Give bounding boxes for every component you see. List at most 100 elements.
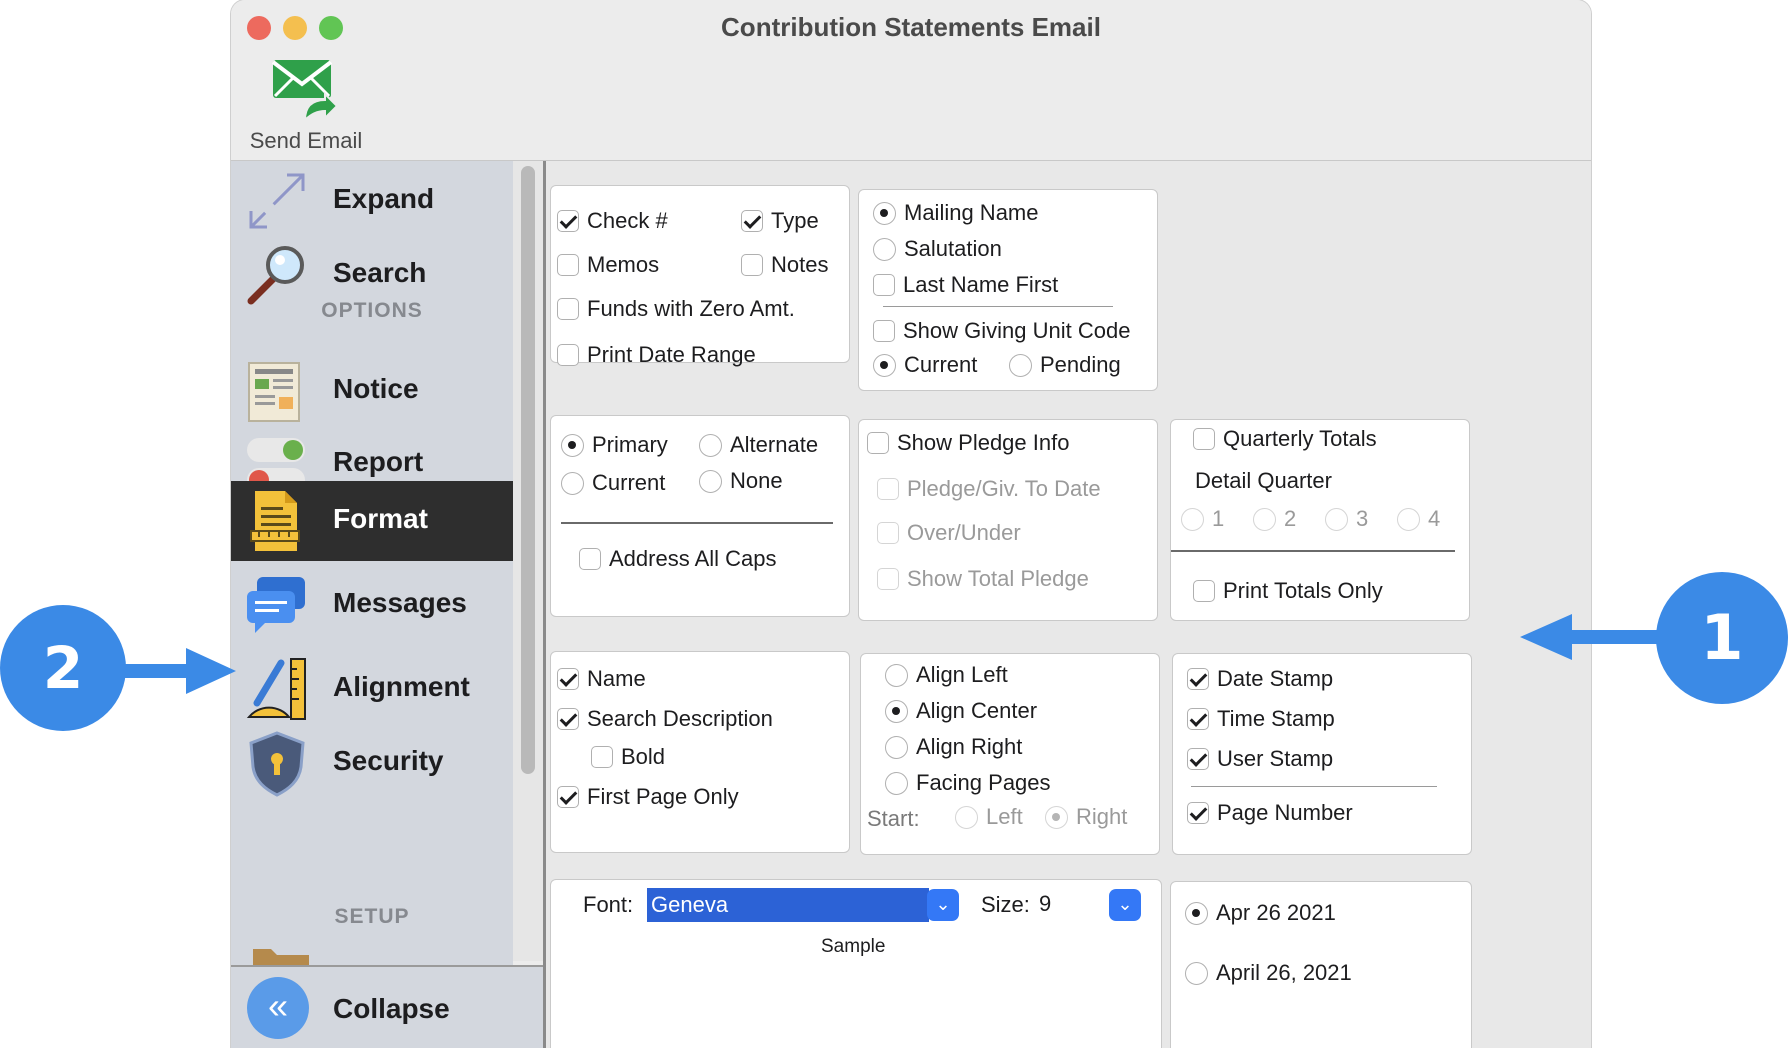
address-all-caps-label: Address All Caps (609, 546, 777, 571)
start-label: Start: (867, 806, 920, 831)
none-address-radio[interactable]: None (699, 468, 783, 494)
align-right-radio[interactable]: Align Right (885, 734, 1022, 760)
checkbox-box (557, 708, 579, 730)
align-right-label: Align Right (916, 734, 1023, 759)
time-stamp-checkbox[interactable]: Time Stamp (1187, 706, 1335, 732)
bold-label: Bold (621, 744, 666, 769)
checkbox-box (1187, 668, 1209, 690)
checkbox-box (557, 210, 579, 232)
quarter-1-radio[interactable]: 1 (1181, 506, 1224, 532)
radio-circle (1253, 508, 1276, 531)
radio-circle (1009, 354, 1032, 377)
checkbox-box (877, 568, 899, 590)
over-under-label: Over/Under (907, 520, 1021, 545)
quarter-4-radio[interactable]: 4 (1397, 506, 1440, 532)
size-select[interactable]: 9 (1035, 888, 1101, 920)
checkbox-box (591, 746, 613, 768)
bold-checkbox[interactable]: Bold (591, 744, 665, 770)
address-panel: Primary Alternate Current None Address A… (550, 415, 850, 617)
quarter-3-radio[interactable]: 3 (1325, 506, 1368, 532)
options-header: OPTIONS (321, 299, 423, 322)
print-date-range-checkbox[interactable]: Print Date Range (557, 342, 756, 368)
radio-circle (699, 470, 722, 493)
collapse-button[interactable]: « Collapse (231, 965, 543, 1048)
first-page-only-label: First Page Only (587, 784, 739, 809)
name-checkbox[interactable]: Name (557, 666, 646, 692)
type-checkbox[interactable]: Type (741, 208, 819, 234)
radio-circle (1185, 902, 1208, 925)
show-giving-unit-code-checkbox[interactable]: Show Giving Unit Code (873, 318, 1130, 344)
current-address-radio[interactable]: Current (561, 470, 665, 496)
date-stamp-label: Date Stamp (1217, 666, 1334, 691)
date-stamp-checkbox[interactable]: Date Stamp (1187, 666, 1333, 692)
radio-circle (873, 202, 896, 225)
align-left-radio[interactable]: Align Left (885, 662, 1008, 688)
address-panel-separator (561, 522, 833, 524)
alternate-address-radio[interactable]: Alternate (699, 432, 818, 458)
radio-circle (1325, 508, 1348, 531)
quarterly-totals-checkbox[interactable]: Quarterly Totals (1193, 426, 1377, 452)
sidebar-item-notice[interactable]: Notice (231, 351, 513, 431)
pledge-giving-to-date-label: Pledge/Giv. To Date (907, 476, 1101, 501)
user-stamp-label: User Stamp (1217, 746, 1334, 771)
font-sample-text: Sample (821, 936, 886, 957)
sidebar-item-format[interactable]: Format (231, 481, 513, 561)
checkbox-box (873, 274, 895, 296)
sidebar-item-security[interactable]: Security (231, 723, 513, 803)
font-select[interactable]: Geneva (647, 888, 929, 922)
search-description-checkbox[interactable]: Search Description (557, 706, 773, 732)
facing-pages-label: Facing Pages (916, 770, 1051, 795)
callout-badge-1: 1 (1656, 572, 1788, 704)
date-format-short-radio[interactable]: Apr 26 2021 (1185, 900, 1336, 926)
quarterly-panel: Quarterly Totals Detail Quarter 1 2 3 4 … (1170, 419, 1470, 621)
print-totals-only-checkbox[interactable]: Print Totals Only (1193, 578, 1383, 604)
current-radio[interactable]: Current (873, 352, 977, 378)
quarter-2-radio[interactable]: 2 (1253, 506, 1296, 532)
quarterly-totals-label: Quarterly Totals (1223, 426, 1377, 451)
start-right-radio[interactable]: Right (1045, 804, 1127, 830)
memos-label: Memos (587, 252, 660, 277)
show-giving-unit-code-label: Show Giving Unit Code (903, 318, 1131, 343)
date-format-long-radio[interactable]: April 26, 2021 (1185, 960, 1352, 986)
last-name-first-checkbox[interactable]: Last Name First (873, 272, 1058, 298)
notes-checkbox[interactable]: Notes (741, 252, 828, 278)
funds-zero-amount-checkbox[interactable]: Funds with Zero Amt. (557, 296, 795, 322)
mailing-name-radio[interactable]: Mailing Name (873, 200, 1039, 226)
sidebar-item-expand[interactable]: Expand (231, 161, 513, 241)
show-pledge-info-checkbox[interactable]: Show Pledge Info (867, 430, 1069, 456)
over-under-checkbox[interactable]: Over/Under (877, 520, 1021, 546)
expand-icon (249, 173, 305, 229)
quarter-3-label: 3 (1356, 506, 1369, 531)
pending-radio[interactable]: Pending (1009, 352, 1121, 378)
send-email-button[interactable]: Send Email (243, 52, 369, 156)
address-all-caps-checkbox[interactable]: Address All Caps (579, 546, 777, 572)
salutation-radio[interactable]: Salutation (873, 236, 1002, 262)
radio-circle (873, 354, 896, 377)
alignment-panel: Align Left Align Center Align Right Faci… (860, 653, 1160, 855)
sidebar-item-messages[interactable]: Messages (231, 565, 513, 645)
font-dropdown-chevron-icon[interactable]: ⌄ (927, 889, 959, 921)
show-total-pledge-checkbox[interactable]: Show Total Pledge (877, 566, 1089, 592)
start-left-radio[interactable]: Left (955, 804, 1023, 830)
check-number-checkbox[interactable]: Check # (557, 208, 668, 234)
memos-checkbox[interactable]: Memos (557, 252, 659, 278)
sidebar-item-alignment[interactable]: Alignment (231, 649, 513, 729)
page-number-checkbox[interactable]: Page Number (1187, 800, 1353, 826)
user-stamp-checkbox[interactable]: User Stamp (1187, 746, 1333, 772)
start-left-label: Left (986, 804, 1023, 829)
sidebar-scrollbar-thumb[interactable] (521, 166, 535, 774)
first-page-only-checkbox[interactable]: First Page Only (557, 784, 739, 810)
radio-circle (885, 664, 908, 687)
salutation-label: Salutation (904, 236, 1002, 261)
newspaper-icon (248, 362, 300, 422)
align-center-radio[interactable]: Align Center (885, 698, 1037, 724)
pending-label: Pending (1040, 352, 1121, 377)
facing-pages-radio[interactable]: Facing Pages (885, 770, 1051, 796)
pledge-giving-to-date-checkbox[interactable]: Pledge/Giv. To Date (877, 476, 1101, 502)
show-total-pledge-label: Show Total Pledge (907, 566, 1089, 591)
size-dropdown-chevron-icon[interactable]: ⌄ (1109, 889, 1141, 921)
primary-address-radio[interactable]: Primary (561, 432, 668, 458)
date-format-short-label: Apr 26 2021 (1216, 900, 1336, 925)
pledge-panel: Show Pledge Info Pledge/Giv. To Date Ove… (858, 419, 1158, 621)
checkbox-box (1187, 802, 1209, 824)
